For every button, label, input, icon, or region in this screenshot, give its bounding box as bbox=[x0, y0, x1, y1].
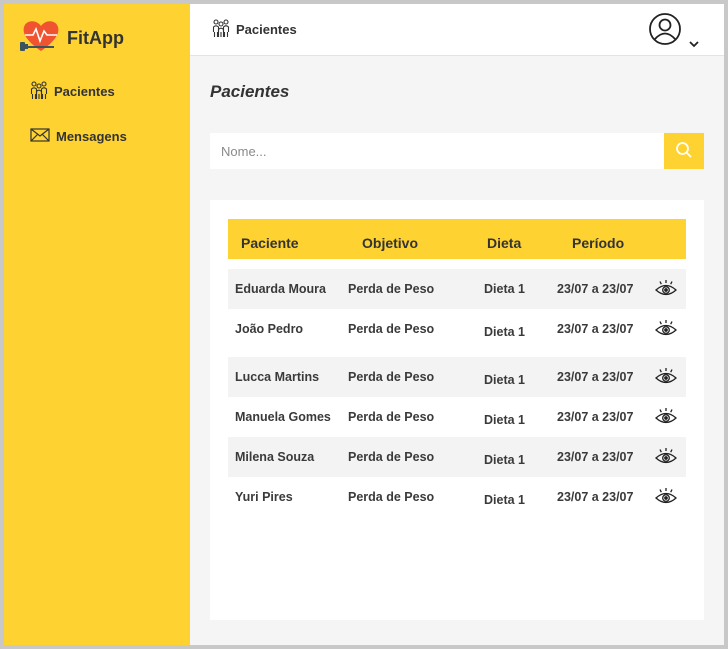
cell-periodo: 23/07 a 23/07 bbox=[557, 370, 634, 384]
cell-periodo: 23/07 a 23/07 bbox=[557, 410, 634, 424]
eye-icon[interactable] bbox=[655, 407, 677, 432]
people-icon bbox=[30, 80, 48, 103]
cell-dieta: Dieta 1 bbox=[484, 413, 525, 427]
cell-dieta: Dieta 1 bbox=[484, 325, 525, 339]
sidebar-item-label: Mensagens bbox=[56, 129, 127, 144]
sidebar-item-pacientes[interactable]: Pacientes bbox=[30, 80, 115, 103]
cell-dieta: Dieta 1 bbox=[484, 373, 525, 387]
cell-paciente: Eduarda Moura bbox=[235, 282, 326, 296]
cell-dieta: Dieta 1 bbox=[484, 493, 525, 507]
cell-periodo: 23/07 a 23/07 bbox=[557, 322, 634, 336]
cell-paciente: Milena Souza bbox=[235, 450, 315, 464]
cell-paciente: Manuela Gomes bbox=[235, 410, 331, 424]
cell-periodo: 23/07 a 23/07 bbox=[557, 282, 634, 296]
cell-paciente: Yuri Pires bbox=[235, 490, 293, 504]
column-header-dieta: Dieta bbox=[487, 235, 522, 251]
eye-icon[interactable] bbox=[655, 279, 677, 304]
column-header-periodo: Período bbox=[572, 235, 625, 251]
eye-icon[interactable] bbox=[655, 367, 677, 392]
cell-dieta: Dieta 1 bbox=[484, 453, 525, 467]
search-input[interactable] bbox=[210, 133, 664, 169]
page-title: Pacientes bbox=[210, 82, 290, 101]
cell-periodo: 23/07 a 23/07 bbox=[557, 450, 634, 464]
heart-dumbbell-icon bbox=[19, 18, 63, 59]
cell-objetivo: Perda de Peso bbox=[348, 282, 435, 296]
eye-icon[interactable] bbox=[655, 447, 677, 472]
people-icon bbox=[212, 18, 230, 41]
user-circle-icon[interactable] bbox=[648, 12, 682, 51]
table-row[interactable]: Yuri Pires Perda de Peso Dieta 1 23/07 a… bbox=[228, 477, 686, 517]
cell-paciente: João Pedro bbox=[235, 322, 304, 336]
table-row[interactable]: Manuela Gomes Perda de Peso Dieta 1 23/0… bbox=[228, 397, 686, 437]
chevron-down-icon[interactable] bbox=[688, 35, 700, 53]
search-button[interactable] bbox=[664, 133, 704, 169]
app-name: FitApp bbox=[67, 28, 124, 48]
cell-objetivo: Perda de Peso bbox=[348, 410, 435, 424]
envelope-icon bbox=[30, 127, 50, 146]
cell-periodo: 23/07 a 23/07 bbox=[557, 490, 634, 504]
table-row[interactable]: Eduarda Moura Perda de Peso Dieta 1 23/0… bbox=[228, 269, 686, 309]
sidebar: FitApp Pacientes Mensagens bbox=[4, 4, 190, 645]
sidebar-item-mensagens[interactable]: Mensagens bbox=[30, 127, 127, 146]
breadcrumb[interactable]: Pacientes bbox=[212, 18, 297, 41]
table-row[interactable]: Milena Souza Perda de Peso Dieta 1 23/07… bbox=[228, 437, 686, 477]
eye-icon[interactable] bbox=[655, 319, 677, 344]
app-logo[interactable]: FitApp bbox=[19, 18, 124, 59]
cell-objetivo: Perda de Peso bbox=[348, 370, 435, 384]
app-window: FitApp Pacientes Mensagens Pacientes Pac… bbox=[4, 4, 724, 645]
table-row[interactable]: Lucca Martins Perda de Peso Dieta 1 23/0… bbox=[228, 357, 686, 397]
sidebar-item-label: Pacientes bbox=[54, 84, 115, 99]
table-header: Paciente Objetivo Dieta Período bbox=[228, 219, 686, 259]
column-header-paciente: Paciente bbox=[241, 235, 299, 251]
cell-dieta: Dieta 1 bbox=[484, 282, 525, 296]
cell-paciente: Lucca Martins bbox=[235, 370, 320, 384]
search-icon bbox=[675, 141, 693, 162]
table-row[interactable]: João Pedro Perda de Peso Dieta 1 23/07 a… bbox=[228, 309, 686, 349]
patients-card: Paciente Objetivo Dieta Período Eduarda … bbox=[210, 200, 704, 620]
cell-objetivo: Perda de Peso bbox=[348, 490, 435, 504]
column-header-objetivo: Objetivo bbox=[362, 235, 419, 251]
cell-objetivo: Perda de Peso bbox=[348, 322, 435, 336]
breadcrumb-label: Pacientes bbox=[236, 22, 297, 37]
cell-objetivo: Perda de Peso bbox=[348, 450, 435, 464]
eye-icon[interactable] bbox=[655, 487, 677, 512]
top-bar: Pacientes bbox=[190, 4, 724, 56]
